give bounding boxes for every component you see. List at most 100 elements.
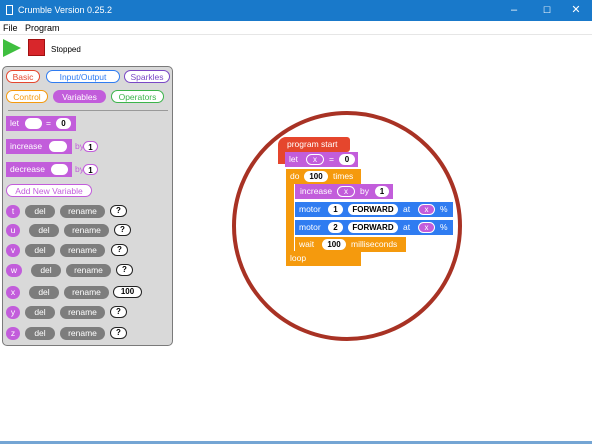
variable-u[interactable]: u <box>6 224 20 237</box>
rename-button[interactable]: rename <box>64 224 109 237</box>
by-label: by <box>360 186 369 196</box>
let-label: let <box>289 154 298 164</box>
category-variables[interactable]: Variables <box>53 90 106 103</box>
equals-label: = <box>46 118 51 128</box>
del-button[interactable]: del <box>25 205 55 218</box>
direction-dropdown[interactable]: FORWARD <box>348 222 398 233</box>
minimize-button[interactable]: – <box>498 0 530 21</box>
rename-button[interactable]: rename <box>64 286 109 299</box>
menu-bar: File Program <box>0 21 592 34</box>
del-button[interactable]: del <box>29 224 59 237</box>
variable-slot[interactable] <box>49 141 67 152</box>
times-label: times <box>333 171 354 181</box>
motor-1-block[interactable]: motor 1 FORWARD at x % <box>295 202 453 217</box>
increase-label: increase <box>10 141 43 151</box>
del-button[interactable]: del <box>25 327 55 340</box>
variable-v[interactable]: v <box>6 244 20 257</box>
decrease-value-slot[interactable]: 1 <box>83 164 98 175</box>
palette-divider <box>8 110 168 111</box>
motor-label: motor <box>299 222 321 232</box>
variable-value: ? <box>110 205 127 217</box>
rename-button[interactable]: rename <box>60 327 105 340</box>
at-label: at <box>403 222 411 232</box>
del-button[interactable]: del <box>29 286 59 299</box>
loop-body-bar <box>286 183 294 253</box>
variable-w[interactable]: w <box>6 264 22 277</box>
program-start-label: program start <box>287 139 338 149</box>
wait-block[interactable]: wait 100 milliseconds <box>295 237 406 252</box>
do-times-block[interactable]: do 100 times <box>286 169 361 184</box>
run-status: Stopped <box>51 45 81 54</box>
variable-x[interactable]: x <box>6 286 20 299</box>
value-slot[interactable]: 0 <box>339 154 355 165</box>
variable-value: ? <box>116 264 133 276</box>
variable-t[interactable]: t <box>6 205 20 218</box>
play-icon[interactable] <box>3 39 21 57</box>
close-button[interactable]: ✕ <box>560 0 592 21</box>
del-button[interactable]: del <box>31 264 61 277</box>
title-bar: Crumble Version 0.25.2 – ☐ ✕ <box>0 0 592 21</box>
window-title: Crumble Version 0.25.2 <box>18 5 113 15</box>
loop-end-block[interactable]: loop <box>286 251 361 266</box>
equals-label: = <box>329 154 334 164</box>
variable-slot[interactable]: x <box>337 186 355 197</box>
repeat-count-slot[interactable]: 100 <box>304 171 328 182</box>
increase-label: increase <box>300 186 333 196</box>
category-input-output[interactable]: Input/Output <box>46 70 120 83</box>
at-label: at <box>403 204 411 214</box>
variable-slot[interactable] <box>51 164 68 175</box>
app-icon <box>6 5 13 15</box>
menu-file[interactable]: File <box>3 23 18 33</box>
loop-label: loop <box>290 253 307 263</box>
block-palette: Basic Input/Output Sparkles Control Vari… <box>2 66 173 346</box>
rename-button[interactable]: rename <box>60 205 105 218</box>
motor-number-slot[interactable]: 2 <box>328 222 343 233</box>
increase-block[interactable]: increase <box>6 139 72 154</box>
stop-icon[interactable] <box>28 39 45 56</box>
variable-slot[interactable] <box>25 118 42 129</box>
motor-number-slot[interactable]: 1 <box>328 204 343 215</box>
value-slot[interactable]: 0 <box>56 118 71 129</box>
variable-value: ? <box>114 224 131 236</box>
del-button[interactable]: del <box>25 306 55 319</box>
rename-button[interactable]: rename <box>60 306 105 319</box>
percent-label: % <box>440 222 448 232</box>
increase-block[interactable]: increase x by 1 <box>295 184 393 199</box>
category-operators[interactable]: Operators <box>111 90 164 103</box>
speed-variable-slot[interactable]: x <box>418 204 435 215</box>
decrease-block[interactable]: decrease <box>6 162 72 177</box>
add-variable-button[interactable]: Add New Variable <box>6 184 92 197</box>
variable-value: ? <box>110 327 127 339</box>
milliseconds-label: milliseconds <box>351 239 398 249</box>
do-label: do <box>290 171 300 181</box>
variable-z[interactable]: z <box>6 327 20 340</box>
motor-2-block[interactable]: motor 2 FORWARD at x % <box>295 220 453 235</box>
del-button[interactable]: del <box>25 244 55 257</box>
rename-button[interactable]: rename <box>60 244 105 257</box>
let-label: let <box>10 118 19 128</box>
let-block[interactable]: let = 0 <box>6 116 76 131</box>
category-control[interactable]: Control <box>6 90 48 103</box>
category-sparkles[interactable]: Sparkles <box>124 70 170 83</box>
motor-label: motor <box>299 204 321 214</box>
menu-program[interactable]: Program <box>25 23 60 33</box>
rename-button[interactable]: rename <box>66 264 111 277</box>
variable-y[interactable]: y <box>6 306 20 319</box>
maximize-button[interactable]: ☐ <box>531 0 563 21</box>
program-start-block[interactable]: program start <box>278 137 350 152</box>
decrease-label: decrease <box>10 164 45 174</box>
value-slot[interactable]: 1 <box>375 186 389 197</box>
percent-label: % <box>440 204 448 214</box>
variable-slot[interactable]: x <box>306 154 324 165</box>
variable-value: ? <box>111 244 128 256</box>
direction-dropdown[interactable]: FORWARD <box>348 204 398 215</box>
increase-value-slot[interactable]: 1 <box>83 141 98 152</box>
category-basic[interactable]: Basic <box>6 70 40 83</box>
toolbar: Stopped <box>0 35 592 63</box>
wait-label: wait <box>299 239 315 249</box>
wait-duration-slot[interactable]: 100 <box>322 239 346 250</box>
let-block[interactable]: let x = 0 <box>285 152 358 167</box>
variable-value: 100 <box>113 286 142 298</box>
variable-value: ? <box>110 306 127 318</box>
speed-variable-slot[interactable]: x <box>418 222 435 233</box>
